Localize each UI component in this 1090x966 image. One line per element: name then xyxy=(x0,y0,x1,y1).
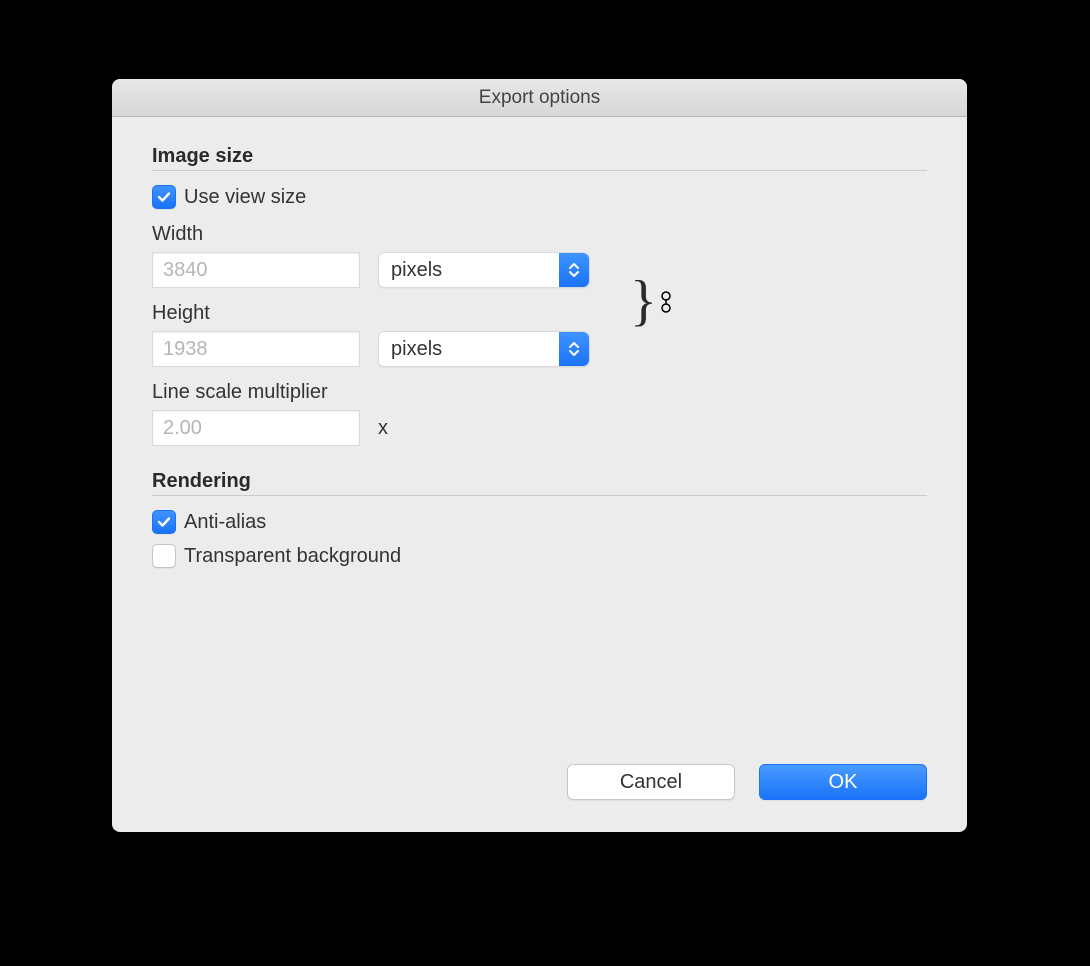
anti-alias-checkbox[interactable] xyxy=(152,510,176,534)
anti-alias-row: Anti-alias xyxy=(152,510,927,534)
height-input-row: pixels xyxy=(152,331,590,367)
dimensions-group: Width pixels Height pixels xyxy=(152,223,927,381)
rendering-rule xyxy=(152,495,927,496)
transparent-bg-row: Transparent background xyxy=(152,544,927,568)
cancel-button-label: Cancel xyxy=(620,771,682,794)
dialog-footer: Cancel OK xyxy=(152,764,927,808)
ok-button[interactable]: OK xyxy=(759,764,927,800)
height-label: Height xyxy=(152,302,590,325)
ok-button-label: OK xyxy=(829,771,858,794)
select-arrows-icon xyxy=(559,332,589,366)
height-input[interactable] xyxy=(152,331,360,367)
transparent-bg-checkbox[interactable] xyxy=(152,544,176,568)
image-size-rule xyxy=(152,170,927,171)
height-unit-select[interactable]: pixels xyxy=(378,331,590,367)
export-options-dialog: Export options Image size Use view size … xyxy=(112,79,967,832)
line-scale-row: x xyxy=(152,410,927,446)
dialog-titlebar: Export options xyxy=(112,79,967,117)
brace-icon: } xyxy=(630,282,657,321)
width-unit-value: pixels xyxy=(391,259,442,282)
cancel-button[interactable]: Cancel xyxy=(567,764,735,800)
height-unit-value: pixels xyxy=(391,338,442,361)
rendering-heading: Rendering xyxy=(152,470,927,493)
link-icon xyxy=(659,284,673,320)
use-view-size-checkbox[interactable] xyxy=(152,185,176,209)
select-arrows-icon xyxy=(559,253,589,287)
checkmark-icon xyxy=(157,190,171,204)
checkmark-icon xyxy=(157,515,171,529)
line-scale-suffix: x xyxy=(378,417,388,440)
width-input-row: pixels xyxy=(152,252,590,288)
dialog-title: Export options xyxy=(479,87,600,109)
width-label: Width xyxy=(152,223,590,246)
line-scale-label: Line scale multiplier xyxy=(152,381,927,404)
aspect-link-indicator: } xyxy=(630,223,673,381)
dimensions-column: Width pixels Height pixels xyxy=(152,223,590,381)
use-view-size-row: Use view size xyxy=(152,185,927,209)
dialog-content: Image size Use view size Width pixels xyxy=(112,117,967,832)
image-size-heading: Image size xyxy=(152,145,927,168)
anti-alias-label: Anti-alias xyxy=(184,511,266,534)
width-unit-select[interactable]: pixels xyxy=(378,252,590,288)
line-scale-input[interactable] xyxy=(152,410,360,446)
transparent-bg-label: Transparent background xyxy=(184,545,401,568)
use-view-size-label: Use view size xyxy=(184,186,306,209)
width-input[interactable] xyxy=(152,252,360,288)
